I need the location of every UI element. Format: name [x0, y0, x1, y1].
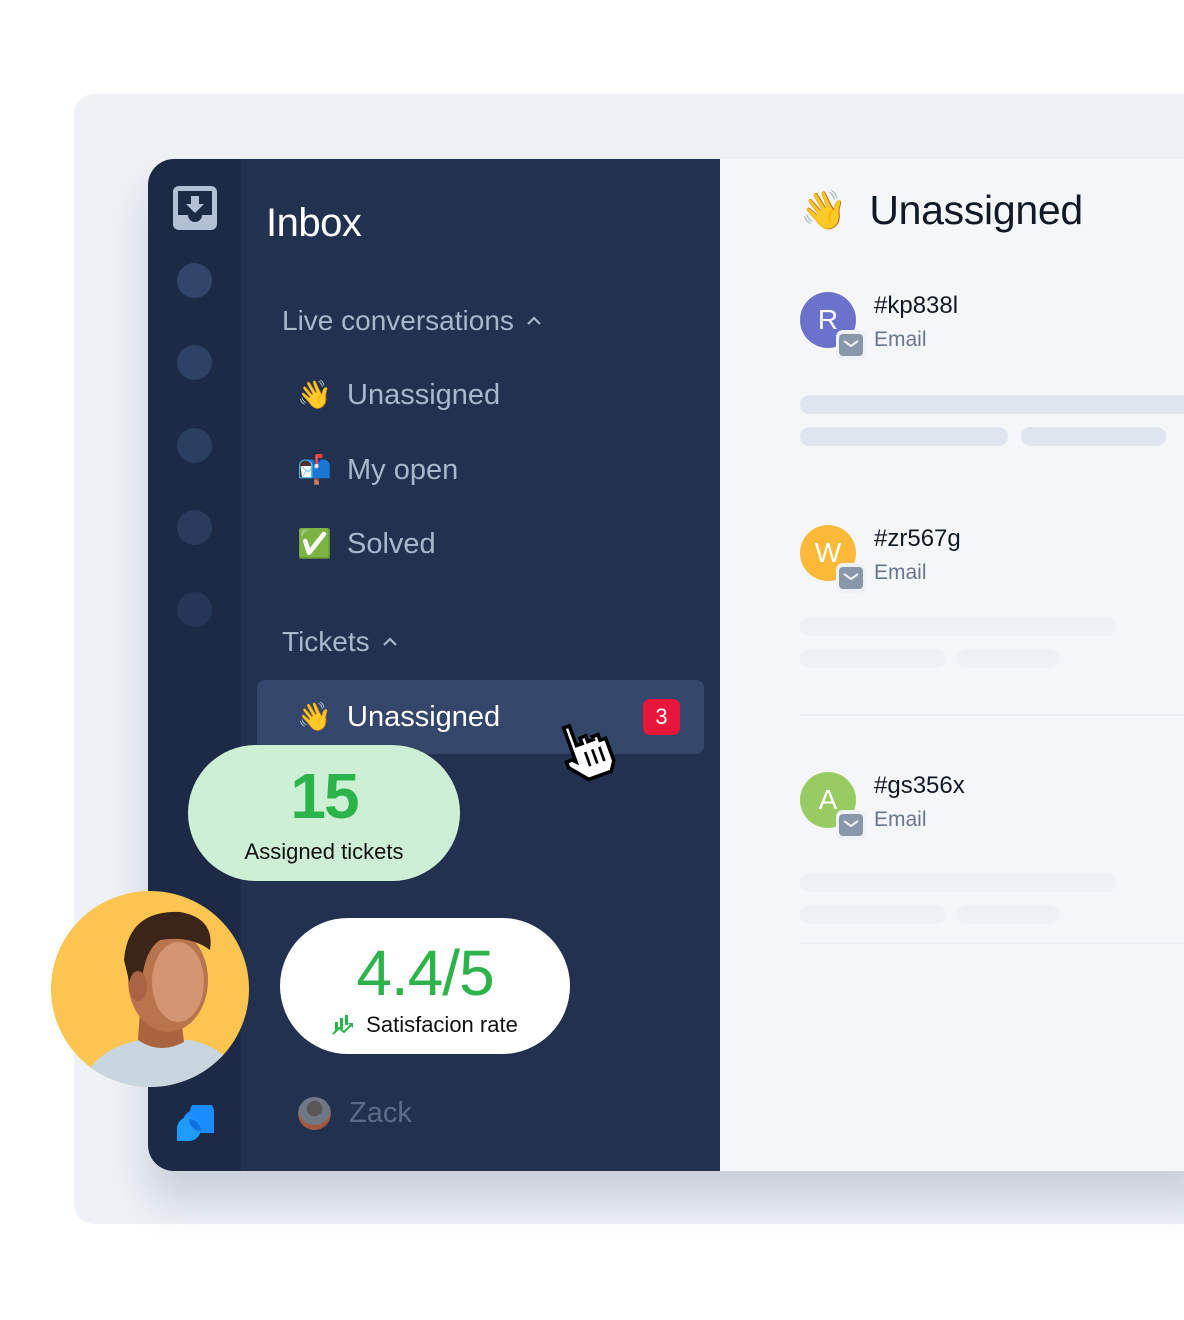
- rail-nav-item[interactable]: [177, 592, 212, 627]
- skeleton-line: [800, 395, 1184, 414]
- sidebar-item-label: Unassigned: [347, 700, 501, 733]
- section-live-conversations[interactable]: Live conversations: [282, 305, 542, 337]
- conversation-id: #kp838l: [874, 292, 959, 319]
- satisfaction-rate-label: Satisfacion rate: [366, 1012, 518, 1037]
- skeleton-line: [957, 649, 1059, 668]
- section-label: Tickets: [282, 626, 370, 657]
- rail-nav-item[interactable]: [177, 428, 212, 463]
- skeleton-line: [800, 873, 1116, 892]
- conversation-item[interactable]: W #zr567g Email: [800, 525, 1184, 593]
- skeleton-line: [800, 905, 946, 924]
- skeleton-line: [800, 649, 946, 668]
- sidebar-item-label: Unassigned: [347, 378, 501, 411]
- sidebar-title: Inbox: [266, 201, 362, 245]
- skeleton-line: [800, 427, 1008, 446]
- skeleton-line: [800, 617, 1116, 636]
- conversation-channel: Email: [874, 808, 927, 831]
- conversation-item[interactable]: A #gs356x Email: [800, 772, 1184, 840]
- inbox-download-icon[interactable]: [173, 186, 217, 230]
- unread-count-badge: 3: [643, 699, 680, 735]
- satisfaction-rate-value: 4.4/5: [356, 937, 494, 1009]
- check-mark-icon: ✅: [297, 528, 332, 559]
- list-divider: [800, 942, 1184, 944]
- sidebar-item-my-open[interactable]: 📬 My open: [257, 433, 704, 507]
- conversation-item[interactable]: R #kp838l Email: [800, 292, 1184, 360]
- sidebar-user[interactable]: Zack: [298, 1097, 412, 1130]
- satisfaction-label-row: Satisfacion rate: [280, 1012, 570, 1038]
- sidebar-item-tickets-unassigned[interactable]: 👋 Unassigned 3: [257, 680, 704, 754]
- panel-title: Unassigned: [869, 187, 1083, 233]
- list-divider: [800, 714, 1184, 716]
- conversation-list-panel: 👋 Unassigned R #kp838l Email W #zr567g E…: [720, 159, 1184, 1171]
- sidebar-item-label: My open: [347, 453, 459, 486]
- satisfaction-rate-card: 4.4/5 Satisfacion rate: [280, 918, 570, 1054]
- conversation-channel: Email: [874, 561, 927, 584]
- rail-nav-item[interactable]: [177, 510, 212, 545]
- assigned-tickets-card: 15 Assigned tickets: [188, 745, 460, 881]
- sidebar-item-label: Solved: [347, 527, 436, 560]
- waving-hand-icon: 👋: [297, 701, 332, 732]
- waving-hand-icon: 👋: [297, 379, 332, 410]
- chevron-up-icon: [382, 637, 397, 646]
- conversation-channel: Email: [874, 328, 927, 351]
- waving-hand-icon: 👋: [800, 189, 848, 232]
- rail-nav-item[interactable]: [177, 345, 212, 380]
- user-name: Zack: [349, 1097, 412, 1129]
- assigned-tickets-label: Assigned tickets: [244, 839, 404, 864]
- section-tickets[interactable]: Tickets: [282, 626, 398, 658]
- chat-bubbles-logo-icon: [177, 1105, 215, 1141]
- conversation-id: #zr567g: [874, 525, 961, 552]
- chevron-up-icon: [527, 316, 541, 325]
- trend-chart-icon: [332, 1015, 354, 1035]
- assigned-tickets-value: 15: [290, 760, 359, 832]
- mailbox-icon: 📬: [297, 454, 332, 485]
- email-channel-icon: [836, 810, 866, 840]
- email-channel-icon: [836, 563, 866, 593]
- sidebar-item-live-unassigned[interactable]: 👋 Unassigned: [257, 358, 704, 432]
- skeleton-line: [1021, 427, 1166, 446]
- section-label: Live conversations: [282, 305, 514, 336]
- email-channel-icon: [836, 330, 866, 360]
- sidebar-item-solved[interactable]: ✅ Solved: [257, 507, 704, 581]
- conversation-id: #gs356x: [874, 772, 965, 799]
- agent-photo-avatar: [50, 890, 250, 1088]
- pointer-hand-cursor-icon: [561, 723, 616, 782]
- user-avatar: [298, 1097, 331, 1130]
- panel-header: 👋 Unassigned: [800, 187, 1083, 234]
- skeleton-line: [957, 905, 1059, 924]
- rail-nav-item[interactable]: [177, 263, 212, 298]
